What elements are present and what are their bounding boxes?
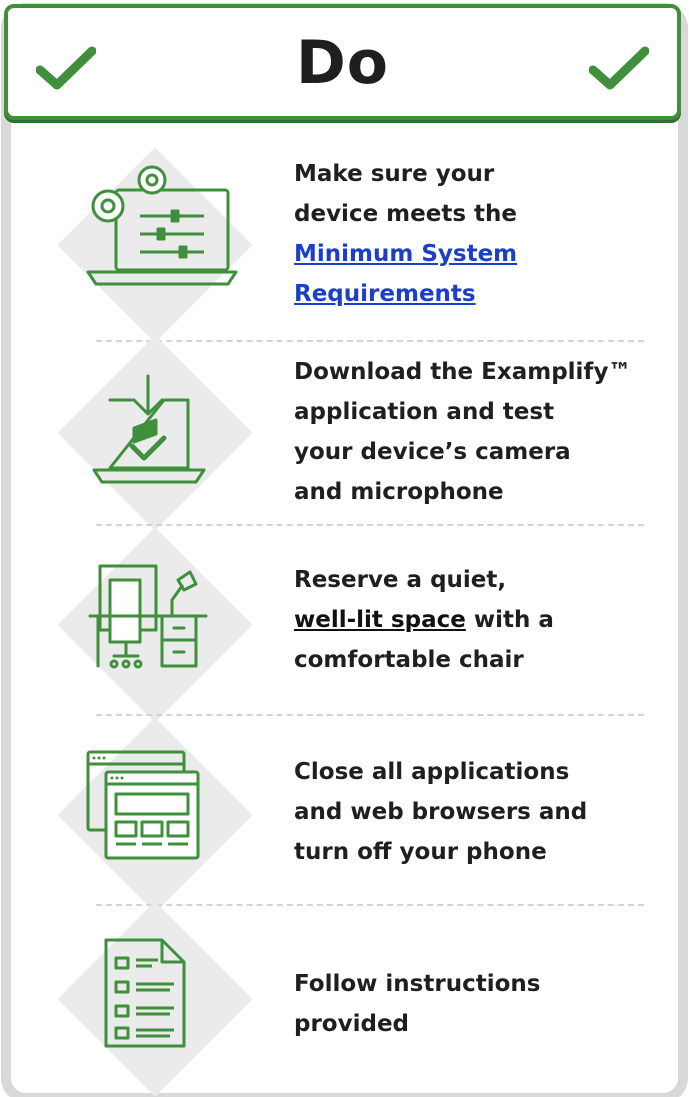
header: Do <box>4 4 681 120</box>
item-text-follow: Follow instructions provided <box>294 964 664 1044</box>
desk-workspace-icon <box>88 564 208 669</box>
item-text-line: turn off your phone <box>294 839 547 865</box>
item-text-requirements: Make sure your device meets the Minimum … <box>294 154 664 314</box>
divider <box>96 904 644 906</box>
browser-windows-icon <box>86 750 200 860</box>
item-text-space: Reserve a quiet, well-lit space with a c… <box>294 560 664 680</box>
item-text-line: provided <box>294 1011 410 1037</box>
minimum-system-requirements-link[interactable]: Minimum System <box>294 241 517 267</box>
checklist-document-icon <box>104 938 186 1048</box>
page-title: Do <box>295 28 390 98</box>
item-text-download: Download the Examplify™ application and … <box>294 352 664 512</box>
item-text-line: Make sure your <box>294 161 495 187</box>
item-text-line: and microphone <box>294 479 504 505</box>
divider <box>96 340 644 342</box>
item-text-line: and web browsers and <box>294 799 588 825</box>
laptop-download-icon <box>92 374 206 484</box>
minimum-system-requirements-link[interactable]: Requirements <box>294 281 476 307</box>
item-text-line: device meets the <box>294 201 518 227</box>
item-text-line: comfortable chair <box>294 647 524 673</box>
item-text-close-apps: Close all applications and web browsers … <box>294 752 664 872</box>
item-text-fragment: with a <box>465 607 554 633</box>
laptop-settings-icon <box>86 165 238 286</box>
item-text-line: application and test <box>294 399 555 425</box>
item-text-line: your device’s camera <box>294 439 571 465</box>
well-lit-space-link[interactable]: well-lit space <box>294 607 466 633</box>
check-icon <box>589 46 649 90</box>
divider <box>96 524 644 526</box>
item-text-line: Follow instructions <box>294 971 541 997</box>
item-text-line: Close all applications <box>294 759 570 785</box>
divider <box>96 714 644 716</box>
item-text-line: Download the Examplify™ <box>294 359 632 385</box>
item-text-line: Reserve a quiet, <box>294 567 507 593</box>
